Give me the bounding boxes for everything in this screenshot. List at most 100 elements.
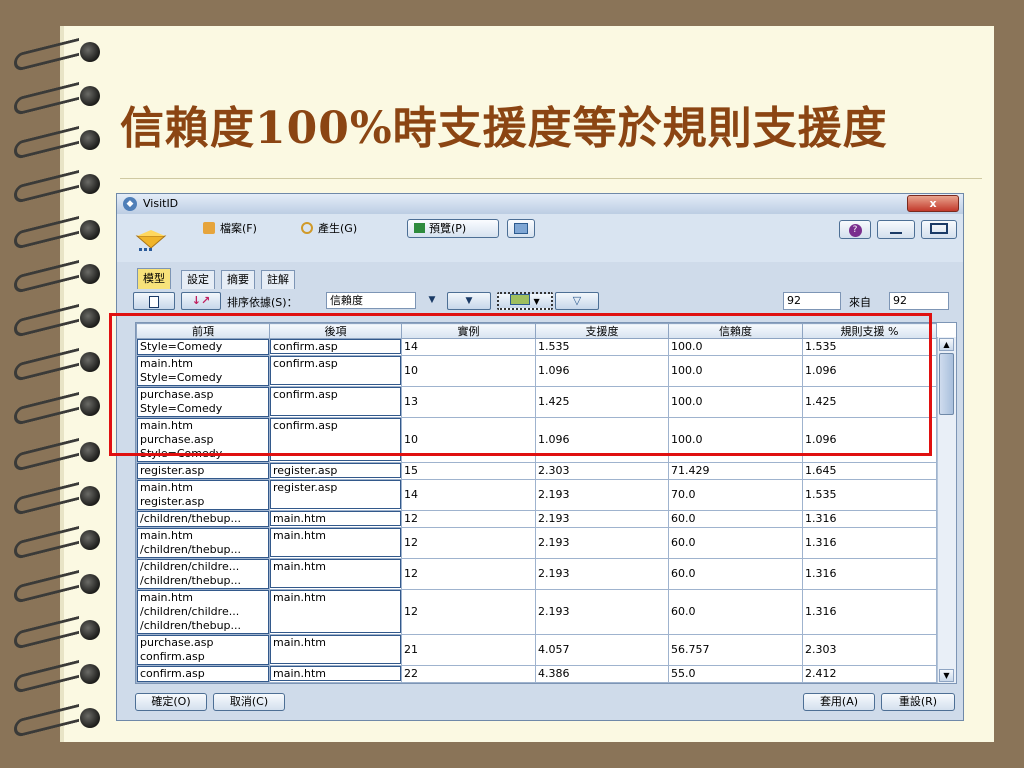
antecedent-item: main.htm xyxy=(140,419,193,432)
ok-button[interactable]: 確定(O) xyxy=(135,693,207,711)
tab-summary[interactable]: 摘要 xyxy=(221,270,255,289)
antecedent-item: Style=Comedy xyxy=(140,371,223,384)
tab-model[interactable]: 模型 xyxy=(137,268,171,289)
consequent-item: main.htm xyxy=(270,666,401,681)
support-cell: 2.303 xyxy=(535,462,669,480)
menu-bar: 檔案(F) 產生(G) 預覽(P) ? xyxy=(117,214,963,262)
model-nugget-icon xyxy=(135,230,167,251)
binding-ring xyxy=(14,81,100,117)
table-row[interactable]: main.htm/children/childre.../children/th… xyxy=(136,589,937,635)
support-cell: 1.425 xyxy=(535,386,669,418)
columns-button[interactable]: ▼ xyxy=(497,292,553,310)
ring-hole xyxy=(80,664,100,684)
sort-select[interactable]: 信賴度 xyxy=(326,292,416,309)
preview-button-label: 預覽(P) xyxy=(429,222,467,235)
scroll-thumb[interactable] xyxy=(939,353,954,415)
antecedent-item: purchase.asp xyxy=(140,433,214,446)
tab-settings[interactable]: 設定 xyxy=(181,270,215,289)
confidence-cell: 60.0 xyxy=(668,589,803,635)
support-cell: 1.535 xyxy=(535,338,669,356)
table-header-row: 前項 後項 實例 支援度 信賴度 規則支援 % xyxy=(136,323,937,339)
preview-button[interactable]: 預覽(P) xyxy=(407,219,499,238)
table-row[interactable]: main.htm purchase.asp Style=Comedy confirm.… xyxy=(136,417,937,463)
tab-annotations[interactable]: 註解 xyxy=(261,270,295,289)
file-menu[interactable]: 檔案(F) xyxy=(203,220,257,238)
antecedent-items: register.asp xyxy=(137,463,269,479)
antecedent-item: Style=Comedy xyxy=(140,447,223,460)
table-row[interactable]: Style=Comedy confirm.asp 14 1.535 100.0 1.535 xyxy=(136,338,937,356)
consequent-cell: confirm.asp xyxy=(269,386,402,418)
shown-rules-count: 92 xyxy=(783,292,841,310)
antecedent-cell: main.htm Style=Comedy xyxy=(136,355,270,387)
consequent-item: main.htm xyxy=(270,683,401,684)
header-consequent[interactable]: 後項 xyxy=(269,323,402,339)
consequent-cell: register.asp xyxy=(269,479,402,511)
confidence-cell: 60.0 xyxy=(668,527,803,559)
binding-ring xyxy=(14,525,100,561)
sort-order-button[interactable]: ▼ xyxy=(447,292,491,310)
rule-support-cell: 2.303 xyxy=(802,634,937,666)
maximize-button[interactable] xyxy=(921,220,957,239)
header-confidence[interactable]: 信賴度 xyxy=(668,323,803,339)
antecedent-cell: purchase.asp Style=Comedy xyxy=(136,386,270,418)
header-antecedent[interactable]: 前項 xyxy=(136,323,270,339)
scroll-up-icon[interactable]: ▲ xyxy=(939,338,954,351)
support-cell: 2.632 xyxy=(535,682,669,683)
table-row[interactable]: purchase.asp Style=Comedy confirm.asp 13 1.4… xyxy=(136,386,937,418)
table-row[interactable]: main.htm/children/thebup... main.htm 12 2.1… xyxy=(136,527,937,559)
binding-ring xyxy=(14,569,100,605)
filter-button[interactable]: ▽ xyxy=(555,292,599,310)
vertical-scrollbar[interactable]: ▲ ▼ xyxy=(937,337,956,683)
window-title: VisitID xyxy=(143,197,179,210)
consequent-cell: main.htm xyxy=(269,510,402,528)
table-row[interactable]: purchase.asp confirm.asp main.htm 21 4.057 56… xyxy=(136,634,937,666)
rule-support-cell: 1.425 xyxy=(802,682,937,683)
antecedent-item: /children/childre... xyxy=(140,560,240,573)
support-cell: 1.096 xyxy=(535,417,669,463)
header-instances[interactable]: 實例 xyxy=(401,323,536,339)
consequent-cell: confirm.asp xyxy=(269,338,402,356)
binding-ring xyxy=(14,169,100,205)
export-button[interactable] xyxy=(507,219,535,238)
cancel-button[interactable]: 取消(C) xyxy=(213,693,285,711)
antecedent-item: purchase.asp xyxy=(140,388,214,401)
consequent-cell: main.htm xyxy=(269,665,402,683)
instances-cell: 12 xyxy=(401,510,536,528)
support-cell: 2.193 xyxy=(535,510,669,528)
close-button[interactable]: x xyxy=(907,195,959,212)
copy-button[interactable] xyxy=(133,292,175,310)
scroll-down-icon[interactable]: ▼ xyxy=(939,669,954,682)
consequent-item: main.htm xyxy=(270,590,401,633)
consequent-item: main.htm xyxy=(270,511,401,526)
binding-ring xyxy=(14,303,100,339)
table-row[interactable]: main.htm register.asp register.asp 14 2.193 7… xyxy=(136,479,937,511)
confidence-cell: 70.0 xyxy=(668,479,803,511)
antecedent-item: purchase.asp xyxy=(140,636,214,649)
apply-button[interactable]: 套用(A) xyxy=(803,693,875,711)
antecedent-item: register.asp xyxy=(140,495,205,508)
table-row[interactable]: confirm.asp main.htm 22 4.386 55.0 2.412 xyxy=(136,665,937,683)
table-row[interactable]: /children/childre.../children/thebup... m… xyxy=(136,558,937,590)
help-button[interactable]: ? xyxy=(839,220,871,239)
consequent-item: main.htm xyxy=(270,559,401,588)
table-row[interactable]: register.asp register.asp 15 2.303 71.429 1.6… xyxy=(136,462,937,480)
sort-dropdown-arrow[interactable]: ▼ xyxy=(419,292,445,310)
reset-button[interactable]: 重設(R) xyxy=(881,693,955,711)
rules-table: 前項 後項 實例 支援度 信賴度 規則支援 % Style=Comedy conf… xyxy=(135,322,957,684)
table-row[interactable]: main.htmconfirm.aspmain.htm132.63254.167… xyxy=(136,682,937,684)
generate-menu[interactable]: 產生(G) xyxy=(301,220,357,238)
sort-direction-button[interactable]: ↓↗ xyxy=(181,292,221,310)
table-row[interactable]: main.htm Style=Comedy confirm.asp 10 1.096 10… xyxy=(136,355,937,387)
binding-ring xyxy=(14,703,100,739)
window-titlebar[interactable]: ◆ VisitID x xyxy=(117,194,963,214)
header-support[interactable]: 支援度 xyxy=(535,323,669,339)
antecedent-item: confirm.asp xyxy=(140,650,205,663)
support-cell: 1.096 xyxy=(535,355,669,387)
antecedent-items: main.htm/children/thebup... xyxy=(137,528,269,558)
antecedent-item: main.htm xyxy=(140,591,193,604)
header-rule-support[interactable]: 規則支援 % xyxy=(802,323,937,339)
antecedent-cell: main.htmconfirm.asp xyxy=(136,682,270,683)
minimize-button[interactable] xyxy=(877,220,915,239)
support-cell: 2.193 xyxy=(535,589,669,635)
table-row[interactable]: /children/thebup... main.htm 12 2.193 60.0 1.… xyxy=(136,510,937,528)
